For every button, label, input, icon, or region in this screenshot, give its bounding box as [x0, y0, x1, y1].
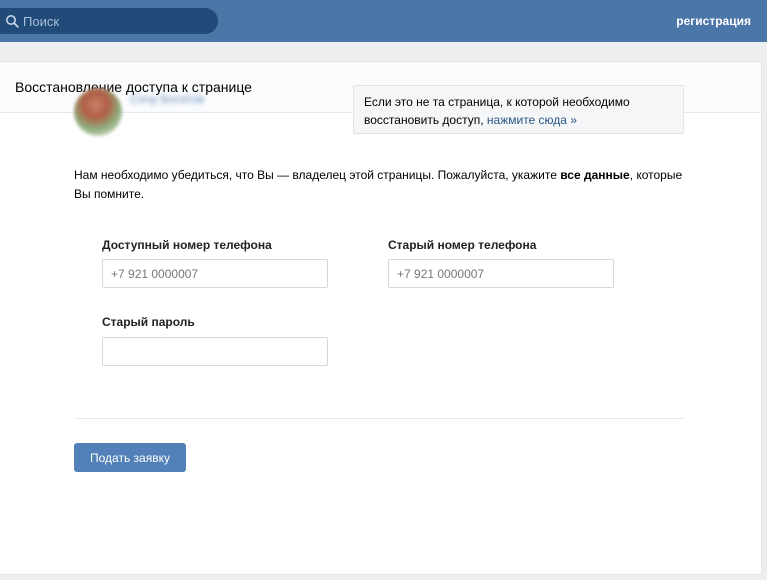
old-phone-label: Старый номер телефона [388, 238, 537, 252]
divider [74, 418, 684, 419]
top-bar: регистрация [0, 0, 767, 42]
submit-button[interactable]: Подать заявку [74, 443, 186, 472]
search-input[interactable] [23, 13, 203, 29]
old-password-input[interactable] [102, 337, 328, 366]
phone-input[interactable] [102, 259, 328, 288]
wrong-page-notice: Если это не та страница, к которой необх… [353, 85, 684, 134]
intro-text: Нам необходимо убедиться, что Вы — владе… [74, 166, 684, 204]
register-link[interactable]: регистрация [676, 14, 751, 28]
click-here-link[interactable]: нажмите сюда » [487, 113, 577, 127]
old-password-label: Старый пароль [102, 315, 195, 329]
avatar[interactable] [74, 88, 122, 136]
old-phone-input[interactable] [388, 259, 614, 288]
search-box[interactable] [0, 8, 218, 34]
profile-name[interactable]: Сочу Богатов [130, 92, 204, 106]
phone-label: Доступный номер телефона [102, 238, 272, 252]
intro-bold: все данные [560, 168, 630, 182]
search-icon [6, 15, 19, 28]
intro-text-before: Нам необходимо убедиться, что Вы — владе… [74, 168, 557, 182]
profile-block [74, 88, 134, 136]
